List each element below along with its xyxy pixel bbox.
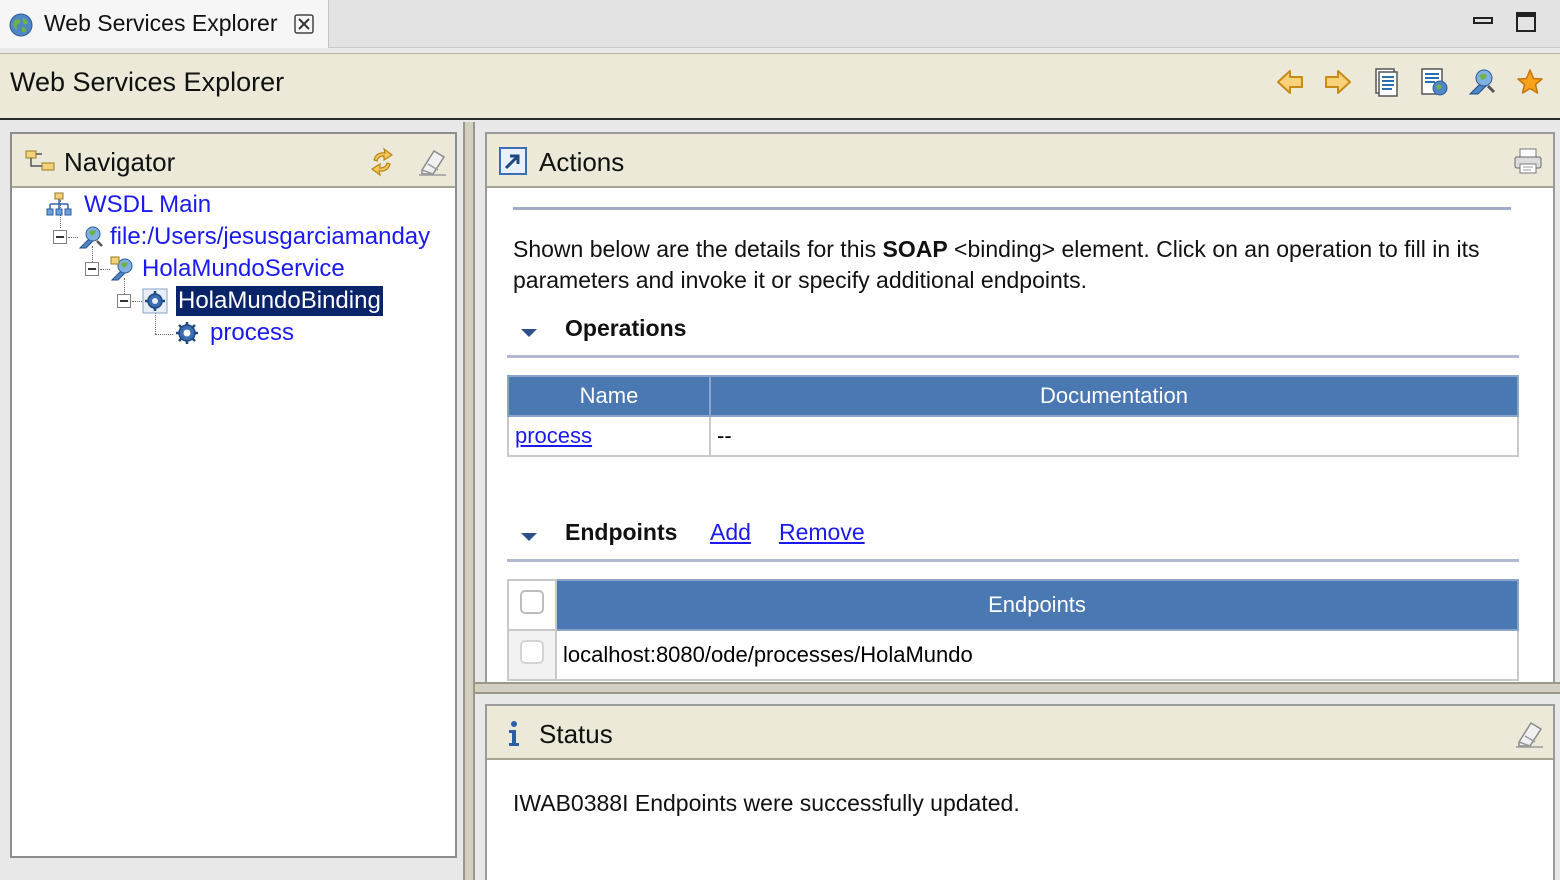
favorites-star-icon[interactable]: [1514, 66, 1546, 98]
refresh-icon[interactable]: [366, 146, 398, 178]
operations-table: Name Documentation process --: [507, 375, 1519, 457]
select-all-checkbox[interactable]: [520, 590, 544, 614]
maximize-icon[interactable]: [1514, 10, 1538, 34]
actions-icon: [499, 147, 527, 175]
tree-item-label: file:/Users/jesusgarciamanday: [110, 223, 431, 250]
column-header-documentation: Documentation: [709, 375, 1519, 417]
operation-link-process[interactable]: process: [515, 423, 592, 448]
wsdl-main-icon: [46, 192, 72, 216]
navigator-header: Navigator: [12, 134, 455, 188]
collapse-toggle[interactable]: [117, 294, 131, 308]
horizontal-splitter[interactable]: [475, 682, 1560, 694]
table-row: process --: [507, 415, 1519, 457]
tree-line: [100, 269, 110, 270]
service-icon: [110, 256, 133, 281]
navigator-title: Navigator: [64, 147, 176, 177]
minimize-icon[interactable]: [1472, 10, 1494, 32]
table-row: localhost:8080/ode/processes/HolaMundo: [507, 629, 1519, 681]
vertical-splitter[interactable]: [463, 122, 475, 880]
endpoints-title: Endpoints: [565, 519, 678, 545]
eraser-icon[interactable]: [1513, 718, 1545, 750]
status-message: IWAB0388I Endpoints were successfully up…: [513, 790, 1020, 816]
navigator-pane: Navigator WSDL Main file:/Users/jesusgar…: [10, 132, 457, 858]
table-header-row: Endpoints: [507, 579, 1519, 631]
uddi-page-icon[interactable]: [1370, 66, 1402, 98]
status-title: Status: [539, 719, 613, 749]
operation-name-cell: process: [507, 415, 711, 457]
separator: [507, 355, 1519, 358]
status-pane: Status IWAB0388I Endpoints were successf…: [485, 704, 1555, 880]
description-soap: SOAP: [882, 236, 948, 262]
page-title: Web Services Explorer: [10, 67, 285, 97]
editor-tab-strip: Web Services Explorer: [0, 0, 1560, 48]
tree-line: [132, 301, 142, 302]
add-endpoint-link[interactable]: Add: [710, 519, 751, 546]
description-text: Shown below are the details for this: [513, 236, 883, 262]
explorer-title-bar: Web Services Explorer: [0, 53, 1560, 120]
table-header-row: Name Documentation: [507, 375, 1519, 417]
tree-item-label: WSDL Main: [84, 191, 212, 218]
operation-documentation-cell: --: [709, 415, 1519, 457]
close-icon[interactable]: [292, 12, 316, 36]
tab-web-services-explorer[interactable]: Web Services Explorer: [0, 0, 329, 48]
collapse-toggle[interactable]: [85, 262, 99, 276]
back-arrow-icon[interactable]: [1274, 66, 1306, 98]
eraser-icon[interactable]: [416, 146, 448, 178]
endpoint-checkbox-cell: [507, 629, 557, 681]
tree-item-label-selected: HolaMundoBinding: [176, 286, 383, 316]
separator: [513, 207, 1511, 210]
column-header-endpoints: Endpoints: [555, 579, 1519, 631]
separator: [507, 559, 1519, 562]
wsil-page-icon[interactable]: [1418, 66, 1450, 98]
globe-icon: [9, 13, 33, 37]
collapse-arrow-icon[interactable]: [521, 329, 537, 337]
collapse-arrow-icon[interactable]: [521, 533, 537, 541]
endpoint-checkbox[interactable]: [520, 640, 544, 664]
tree-item-wsdl-main[interactable]: WSDL Main: [46, 190, 246, 220]
operation-icon: [176, 322, 198, 344]
info-icon: [509, 721, 519, 746]
collapse-toggle[interactable]: [53, 230, 67, 244]
column-header-name: Name: [507, 375, 711, 417]
forward-arrow-icon[interactable]: [1322, 66, 1354, 98]
endpoints-table: Endpoints localhost:8080/ode/processes/H…: [507, 579, 1519, 681]
status-header: Status: [487, 706, 1553, 760]
tree-line: [68, 237, 78, 238]
tree-item-wsdl-file[interactable]: file:/Users/jesusgarciamanday: [78, 222, 458, 252]
actions-title: Actions: [539, 147, 625, 177]
actions-header: Actions: [487, 134, 1553, 188]
remove-endpoint-link[interactable]: Remove: [779, 519, 865, 546]
print-icon[interactable]: [1513, 146, 1543, 176]
navigator-icon: [25, 150, 55, 171]
wsdl-file-icon: [78, 226, 103, 249]
tab-title: Web Services Explorer: [44, 10, 278, 36]
binding-description: Shown below are the details for this SOA…: [513, 234, 1553, 296]
tree-item-process[interactable]: process: [174, 318, 374, 348]
tree-item-label: HolaMundoService: [142, 255, 345, 282]
tree-line: [155, 334, 173, 335]
operations-title: Operations: [565, 315, 687, 341]
wsdl-page-icon[interactable]: [1466, 66, 1498, 98]
select-all-cell: [507, 579, 557, 631]
binding-icon: [142, 288, 168, 314]
actions-pane: Actions Shown below are the details for …: [485, 132, 1555, 682]
tree-item-label: process: [210, 319, 295, 346]
tree-item-hola-mundo-service[interactable]: HolaMundoService: [110, 254, 410, 284]
tree-item-hola-mundo-binding[interactable]: HolaMundoBinding: [142, 286, 402, 316]
endpoint-url-cell: localhost:8080/ode/processes/HolaMundo: [555, 629, 1519, 681]
